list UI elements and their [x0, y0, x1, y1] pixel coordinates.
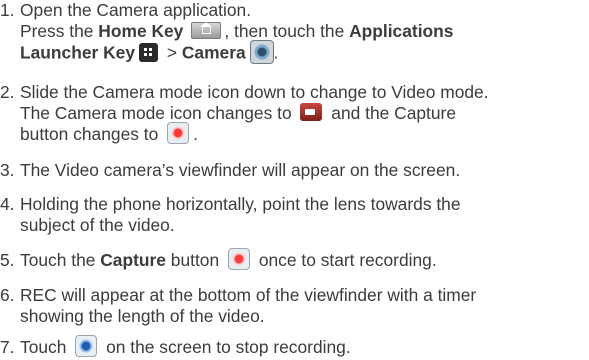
step-text: subject of the video. [20, 215, 175, 235]
step-text: Touch on the screen to stop recording. [20, 335, 351, 358]
step-text: The Camera mode icon changes to and the … [20, 103, 457, 123]
capture-button-icon [227, 248, 250, 271]
step-text: Open the Camera application. [20, 0, 252, 20]
step-6: 6. REC will appear at the bottom of the … [0, 285, 476, 327]
step-number: 6. [0, 285, 15, 305]
step-number: 2. [0, 82, 15, 102]
home-key-icon [191, 21, 222, 39]
capture-button-icon [167, 122, 190, 145]
step-7: 7. Touch on the screen to stop recording… [0, 335, 351, 359]
step-number: 4. [0, 194, 15, 214]
step-number: 1. [0, 0, 15, 20]
step-number: 7. [0, 337, 15, 357]
applications-launcher-icon [139, 42, 159, 62]
step-text: REC will appear at the bottom of the vie… [20, 285, 477, 305]
step-number: 5. [0, 250, 15, 270]
step-number: 3. [0, 160, 15, 180]
step-4: 4. Holding the phone horizontally, point… [0, 194, 461, 236]
video-mode-icon [300, 103, 323, 122]
step-text: Touch the Capture button once to start r… [20, 248, 437, 271]
step-text: Launcher Key > Camera. [20, 40, 453, 66]
stop-button-icon [75, 335, 98, 358]
step-3: 3. The Video camera’s viewfinder will ap… [0, 160, 460, 181]
step-text: button changes to . [20, 122, 198, 145]
step-text: The Video camera’s viewfinder will appea… [20, 160, 461, 180]
step-text: Holding the phone horizontally, point th… [20, 194, 461, 214]
step-1: 1. Open the Camera application. Press th… [0, 0, 453, 66]
step-2: 2. Slide the Camera mode icon down to ch… [0, 82, 489, 146]
step-text: Press the Home Key, then touch the Appli… [20, 21, 454, 41]
step-text: Slide the Camera mode icon down to chang… [20, 82, 489, 102]
step-5: 5. Touch the Capture button once to star… [0, 248, 437, 272]
step-text: showing the length of the video. [20, 306, 265, 326]
camera-app-icon [249, 40, 274, 64]
